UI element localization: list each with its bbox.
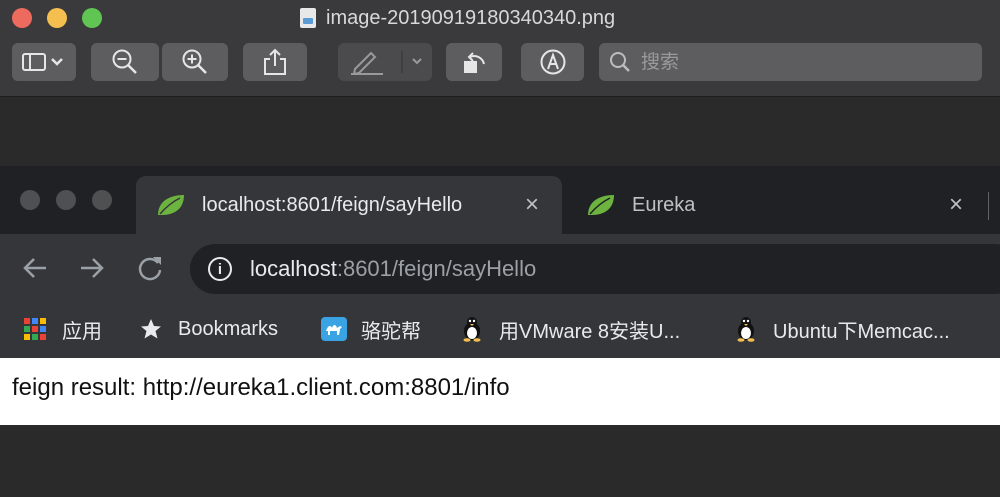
tab-title: Eureka	[632, 193, 696, 216]
forward-button[interactable]	[74, 250, 110, 286]
site-info-icon[interactable]: i	[208, 257, 232, 281]
close-window-button[interactable]	[12, 8, 32, 28]
preview-window-toolbar: image-20190919180340340.png	[0, 0, 1000, 97]
page-content: feign result: http://eureka1.client.com:…	[0, 358, 1000, 425]
search-input[interactable]	[639, 50, 943, 74]
star-icon	[138, 316, 164, 342]
reload-icon	[138, 257, 162, 281]
markup-pen-icon	[351, 51, 422, 75]
bookmark-label: Ubuntu下Memcac...	[773, 320, 950, 343]
annotate-button[interactable]	[521, 43, 584, 81]
window-title: image-20190919180340340.png	[300, 5, 615, 31]
bookmark-label: 骆驼帮	[361, 320, 421, 343]
bookmark-label: 用VMware 8安装U...	[499, 320, 681, 343]
zoom-out-icon	[112, 49, 137, 74]
bookmark-bookmarks[interactable]: Bookmarks	[138, 309, 278, 349]
tab-title: localhost:8601/feign/sayHello	[202, 193, 463, 216]
forward-arrow-icon	[81, 258, 104, 278]
rotate-icon	[464, 52, 485, 73]
bookmark-camel[interactable]: 骆驼帮	[321, 309, 421, 349]
bookmark-apps[interactable]: 应用	[22, 309, 102, 349]
spring-leaf-icon	[158, 195, 184, 215]
markup-button[interactable]	[338, 43, 432, 81]
address-bar[interactable]: i localhost:8601/feign/sayHello	[190, 244, 1000, 294]
spring-leaf-icon	[588, 195, 614, 215]
bookmark-memcached[interactable]: Ubuntu下Memcac...	[733, 309, 950, 349]
search-icon	[610, 52, 630, 72]
url-text[interactable]: localhost:8601/feign/sayHello	[250, 256, 536, 282]
url-path: :8601/feign/sayHello	[336, 256, 537, 281]
tab-eureka[interactable]: Eureka ×	[566, 176, 986, 234]
feign-result-text: feign result: http://eureka1.client.com:…	[12, 374, 510, 401]
search-field[interactable]	[599, 43, 982, 81]
minimize-window-button[interactable]	[56, 190, 76, 210]
rotate-button[interactable]	[446, 43, 502, 81]
sidebar-icon	[22, 53, 63, 71]
reload-button[interactable]	[132, 250, 168, 286]
close-window-button[interactable]	[20, 190, 40, 210]
tab-close-icon[interactable]: ×	[938, 191, 974, 219]
bookmark-label: 应用	[62, 320, 102, 343]
window-title-text: image-20190919180340340.png	[326, 6, 616, 29]
zoom-window-button[interactable]	[92, 190, 112, 210]
tab-separator	[988, 192, 989, 220]
url-host: localhost	[250, 256, 337, 281]
tab-close-icon[interactable]: ×	[514, 191, 550, 219]
navigation-bar: i localhost:8601/feign/sayHello	[0, 234, 1000, 300]
sidebar-toggle-button[interactable]	[12, 43, 76, 81]
bookmarks-bar: 应用 Bookmarks 骆驼帮 用VMware 8安装U... Ubuntu下…	[0, 300, 1000, 358]
annotate-icon	[540, 49, 565, 75]
back-arrow-icon	[23, 258, 46, 278]
zoom-out-button[interactable]	[91, 43, 159, 81]
share-icon	[264, 48, 286, 75]
image-file-icon	[300, 8, 316, 28]
back-button[interactable]	[17, 250, 53, 286]
tab-strip: localhost:8601/feign/sayHello × Eureka ×	[0, 166, 1000, 234]
zoom-window-button[interactable]	[82, 8, 102, 28]
zoom-in-button[interactable]	[162, 43, 228, 81]
browser-window: localhost:8601/feign/sayHello × Eureka ×	[0, 166, 1000, 425]
apps-grid-icon	[22, 316, 48, 342]
tux-icon	[733, 316, 759, 342]
bookmark-label: Bookmarks	[178, 317, 279, 340]
minimize-window-button[interactable]	[47, 8, 67, 28]
share-button[interactable]	[243, 43, 307, 81]
camel-icon	[321, 316, 347, 342]
tux-icon	[459, 316, 485, 342]
bookmark-vmware[interactable]: 用VMware 8安装U...	[459, 309, 680, 349]
tab-feign-sayhello[interactable]: localhost:8601/feign/sayHello ×	[136, 176, 562, 234]
zoom-in-icon	[182, 49, 207, 74]
